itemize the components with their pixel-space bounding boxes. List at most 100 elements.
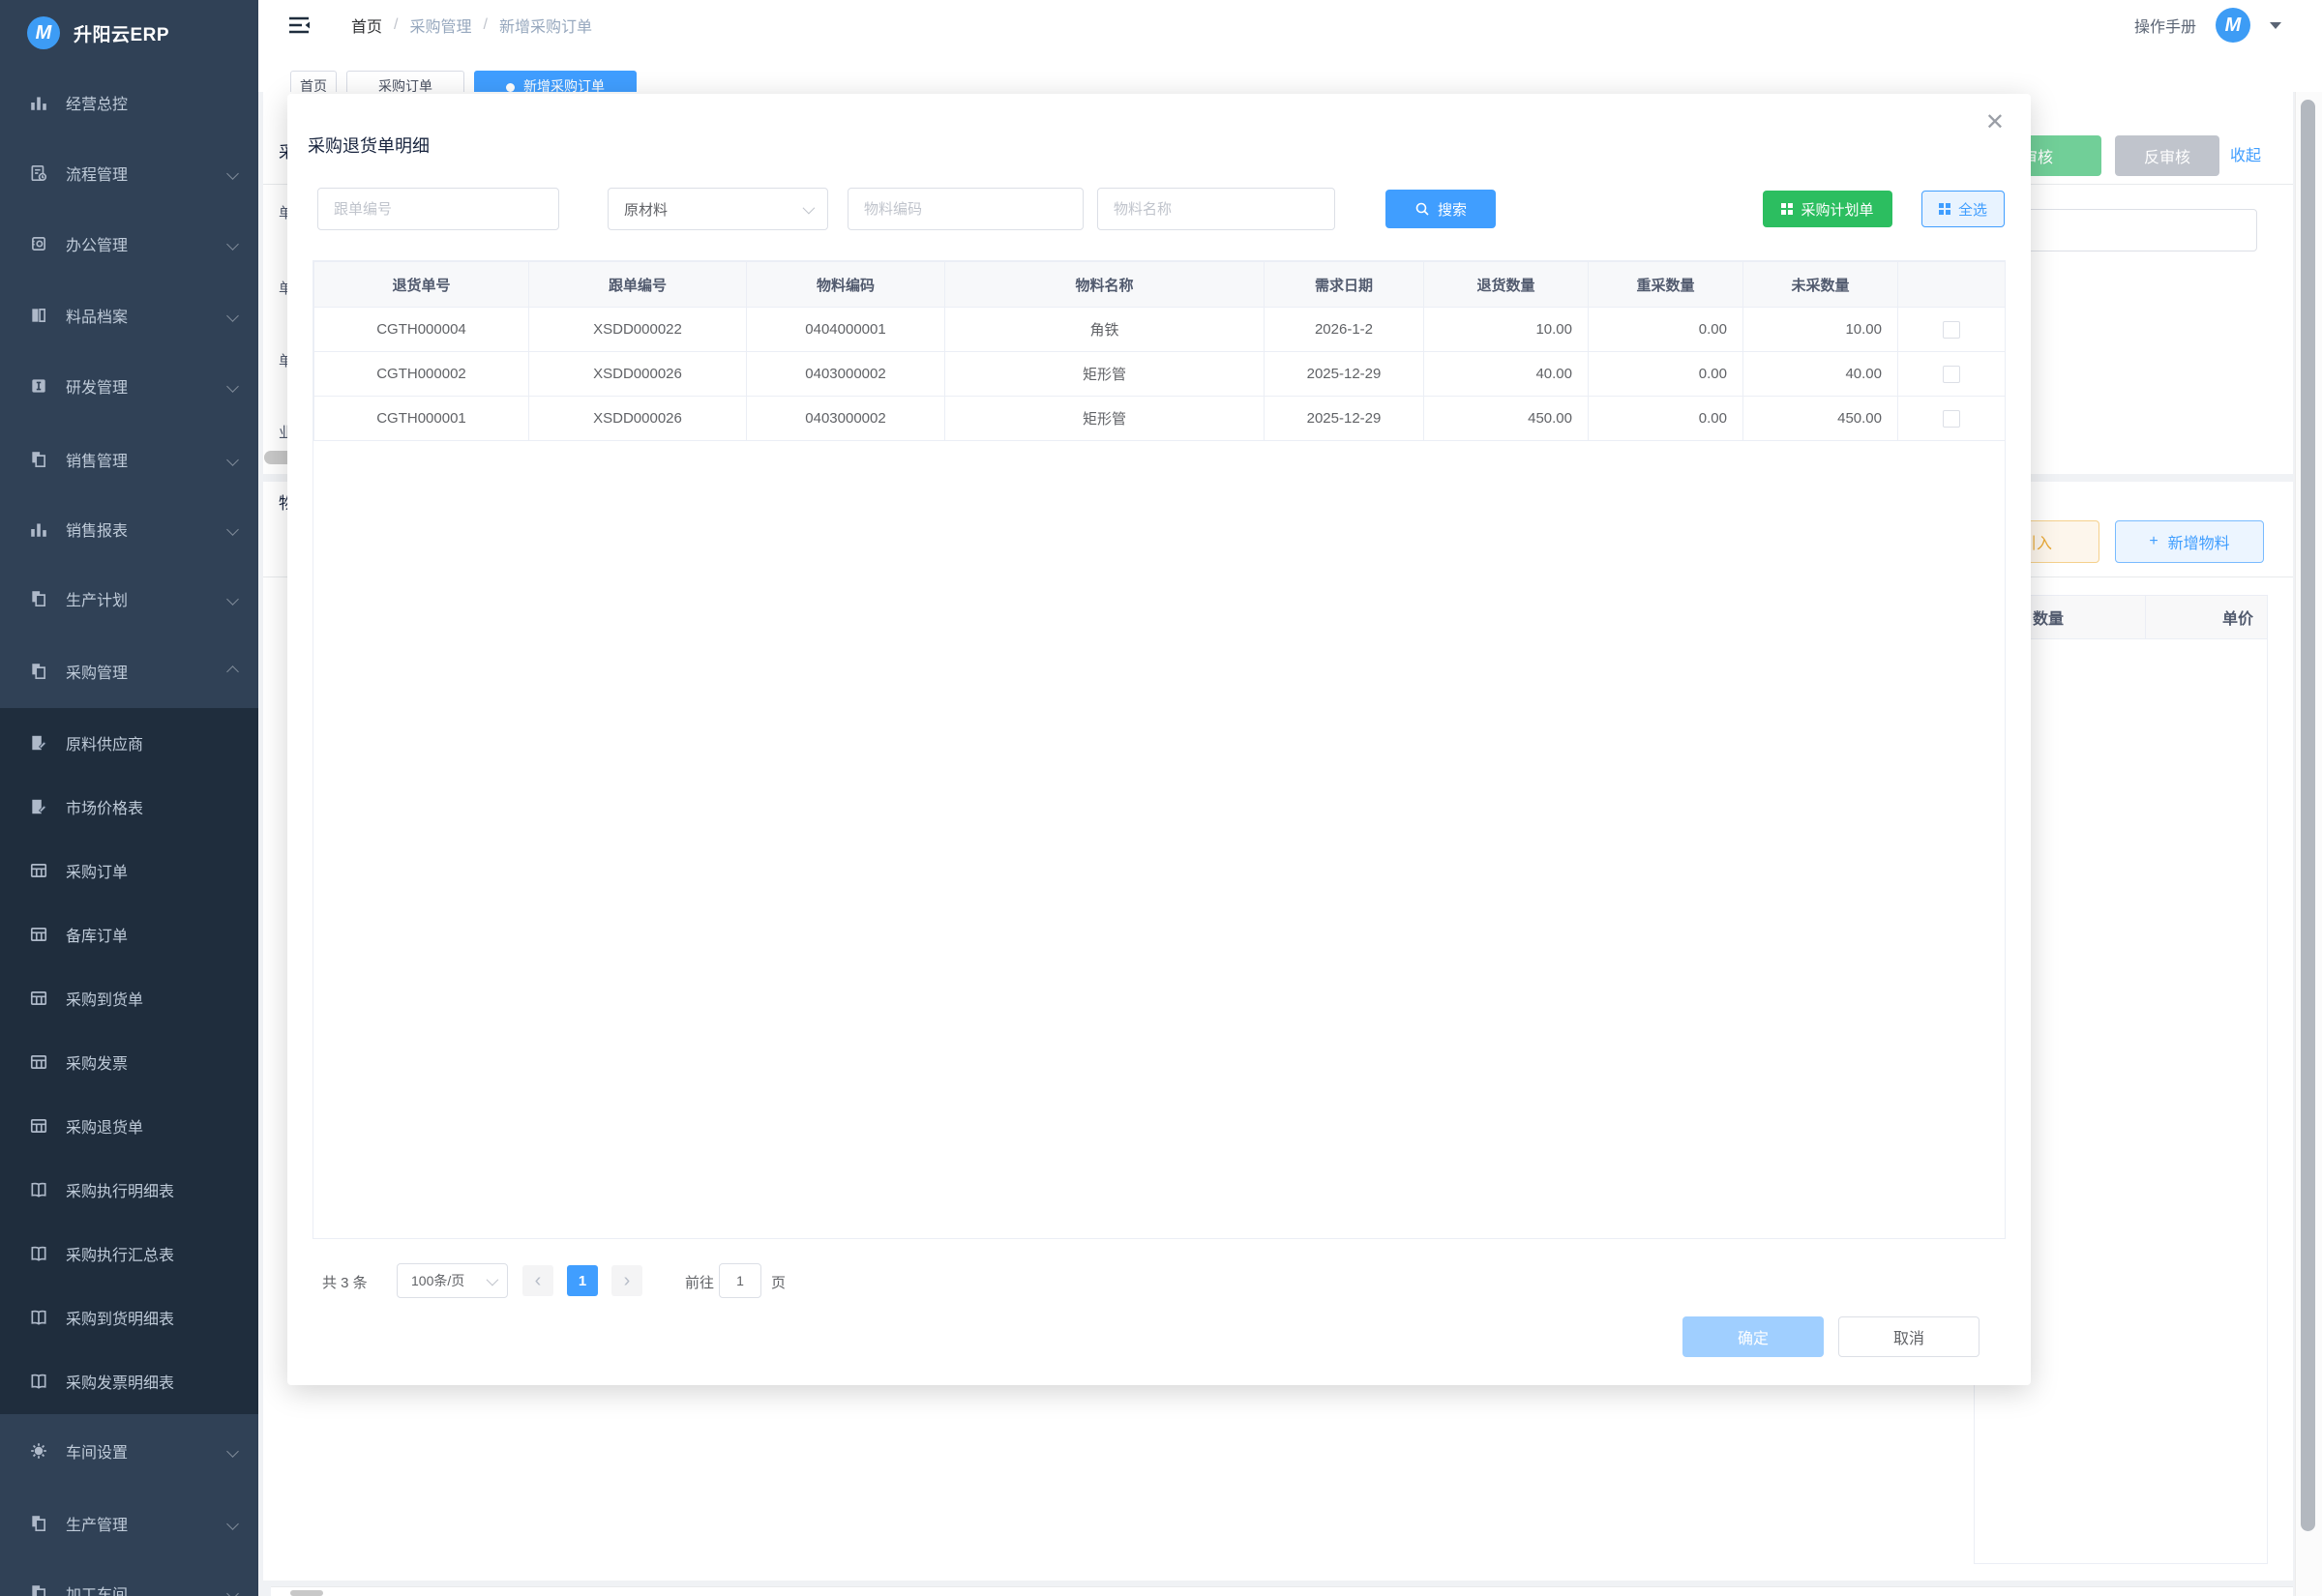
gear-icon: [29, 1441, 48, 1461]
vertical-scrollbar[interactable]: [2295, 92, 2322, 1596]
sidebar-item-purchase-orders[interactable]: 采购订单: [0, 839, 258, 902]
table-row[interactable]: CGTH000004 XSDD000022 0404000001 角铁 2026…: [314, 308, 2006, 352]
purchase-plan-label: 采购计划单: [1801, 199, 1873, 220]
sidebar-item-purchase-management[interactable]: 采购管理: [0, 652, 258, 691]
sidebar-item-purchase-exec-summary[interactable]: 采购执行汇总表: [0, 1222, 258, 1286]
prev-page-button[interactable]: ‹: [522, 1265, 553, 1296]
cell-material-code: 0404000001: [747, 308, 945, 352]
sidebar-item-stock-orders[interactable]: 备库订单: [0, 902, 258, 966]
table-row[interactable]: CGTH000001 XSDD000026 0403000002 矩形管 202…: [314, 397, 2006, 441]
cell-checkbox: [1898, 352, 2006, 397]
manual-link[interactable]: 操作手册: [2134, 14, 2196, 37]
add-material-button[interactable]: + 新增物料: [2115, 520, 2264, 563]
sidebar-item-label: 研发管理: [66, 374, 128, 398]
vertical-scrollbar-thumb[interactable]: [2301, 100, 2315, 1531]
doc-edit-icon: [29, 733, 48, 753]
cancel-button[interactable]: 取消: [1838, 1316, 1980, 1357]
sidebar-item-production-plan[interactable]: 生产计划: [0, 579, 258, 618]
app-title: 升阳云ERP: [74, 20, 169, 46]
row-checkbox[interactable]: [1943, 410, 1960, 428]
sidebar-item-label: 采购执行明细表: [66, 1178, 174, 1201]
cell-return-qty: 450.00: [1424, 397, 1589, 441]
table-row[interactable]: CGTH000002 XSDD000026 0403000002 矩形管 202…: [314, 352, 2006, 397]
sidebar-item-production-management[interactable]: 生产管理: [0, 1504, 258, 1543]
page-unit-label: 页: [771, 1272, 786, 1292]
rd-badge-icon: [29, 376, 48, 396]
sidebar-item-purchase-arrival-detail[interactable]: 采购到货明细表: [0, 1286, 258, 1349]
cell-follow-no: XSDD000026: [529, 352, 747, 397]
chevron-down-icon: [226, 1518, 239, 1530]
column-header: 重采数量: [1589, 262, 1743, 308]
material-name-input[interactable]: [1097, 188, 1335, 230]
cell-checkbox: [1898, 397, 2006, 441]
collapse-link[interactable]: 收起: [2230, 142, 2261, 165]
sidebar-item-label: 市场价格表: [66, 795, 143, 818]
cell-rebuy-qty: 0.00: [1589, 397, 1743, 441]
sidebar-item-workshop-settings[interactable]: 车间设置: [0, 1432, 258, 1470]
book-open-icon: [29, 1180, 48, 1199]
copy-doc-icon: [29, 450, 48, 469]
sidebar-item-sales-management[interactable]: 销售管理: [0, 440, 258, 479]
sidebar: M 升阳云ERP 经营总控 流程管理 办公管理 料品档案 研发管理: [0, 0, 258, 1596]
table-icon: [29, 861, 48, 880]
cell-return-qty: 10.00: [1424, 308, 1589, 352]
sidebar-item-label: 生产管理: [66, 1512, 128, 1535]
chevron-up-icon: [226, 665, 239, 678]
chevron-down-icon: [226, 454, 239, 466]
cell-material-code: 0403000002: [747, 352, 945, 397]
row-checkbox[interactable]: [1943, 366, 1960, 383]
chevron-down-icon: [226, 238, 239, 251]
sidebar-item-purchase-returns[interactable]: 采购退货单: [0, 1094, 258, 1158]
sidebar-item-purchase-invoice-detail[interactable]: 采购发票明细表: [0, 1349, 258, 1413]
sidebar-item-label: 采购退货单: [66, 1114, 143, 1138]
copy-doc-icon: [29, 662, 48, 681]
breadcrumb-home[interactable]: 首页: [351, 14, 382, 37]
sidebar-item-material-archives[interactable]: 料品档案: [0, 296, 258, 335]
purchase-plan-button[interactable]: 采购计划单: [1763, 191, 1892, 227]
cell-checkbox: [1898, 308, 2006, 352]
sidebar-item-purchase-exec-detail[interactable]: 采购执行明细表: [0, 1158, 258, 1222]
book-open-icon: [29, 1372, 48, 1391]
cell-demand-date: 2025-12-29: [1265, 397, 1424, 441]
breadcrumb-section[interactable]: 采购管理: [409, 14, 471, 37]
sidebar-collapse-icon[interactable]: [287, 15, 311, 36]
follow-no-input[interactable]: [317, 188, 559, 230]
caret-down-icon[interactable]: [2270, 22, 2281, 29]
horizontal-scrollbar-thumb[interactable]: [290, 1590, 323, 1596]
material-category-select[interactable]: 原材料: [608, 188, 828, 230]
sidebar-item-purchase-invoices[interactable]: 采购发票: [0, 1030, 258, 1094]
unaudit-button[interactable]: 反审核: [2115, 135, 2219, 176]
sidebar-item-office-management[interactable]: 办公管理: [0, 224, 258, 263]
cell-unbought-qty: 10.00: [1743, 308, 1898, 352]
search-label: 搜索: [1438, 199, 1467, 220]
sidebar-item-process-management[interactable]: 流程管理: [0, 154, 258, 192]
close-icon[interactable]: ✕: [1985, 111, 2005, 134]
row-checkbox[interactable]: [1943, 321, 1960, 339]
breadcrumb-separator: /: [483, 16, 487, 34]
column-header-checkbox: [1898, 262, 2006, 308]
sidebar-item-market-price-list[interactable]: 市场价格表: [0, 775, 258, 839]
book-open-icon: [29, 1308, 48, 1327]
goto-page-input[interactable]: [719, 1263, 761, 1298]
breadcrumb-current: 新增采购订单: [499, 14, 592, 37]
user-avatar[interactable]: M: [2216, 8, 2250, 43]
grid-squares-icon: [1939, 203, 1950, 215]
copy-doc-icon: [29, 1583, 48, 1596]
sidebar-item-sales-reports[interactable]: 销售报表: [0, 510, 258, 548]
material-code-input[interactable]: [848, 188, 1084, 230]
sidebar-item-purchase-arrivals[interactable]: 采购到货单: [0, 966, 258, 1030]
sidebar-item-label: 车间设置: [66, 1439, 128, 1463]
next-page-button[interactable]: ›: [611, 1265, 642, 1296]
chevron-down-icon: [226, 523, 239, 536]
select-all-button[interactable]: 全选: [1921, 191, 2005, 227]
current-page-button[interactable]: 1: [567, 1265, 598, 1296]
app-logo: M 升阳云ERP: [0, 0, 258, 66]
sidebar-item-business-overview[interactable]: 经营总控: [0, 83, 258, 122]
search-button[interactable]: 搜索: [1385, 190, 1496, 228]
sidebar-item-processing-workshop[interactable]: 加工车间: [0, 1574, 258, 1596]
page-size-select[interactable]: 100条/页: [397, 1263, 508, 1298]
confirm-button[interactable]: 确定: [1682, 1316, 1824, 1357]
bg-bottom-strip: [271, 1586, 2293, 1596]
sidebar-item-raw-material-suppliers[interactable]: 原料供应商: [0, 711, 258, 775]
sidebar-item-rd-management[interactable]: 研发管理: [0, 367, 258, 405]
